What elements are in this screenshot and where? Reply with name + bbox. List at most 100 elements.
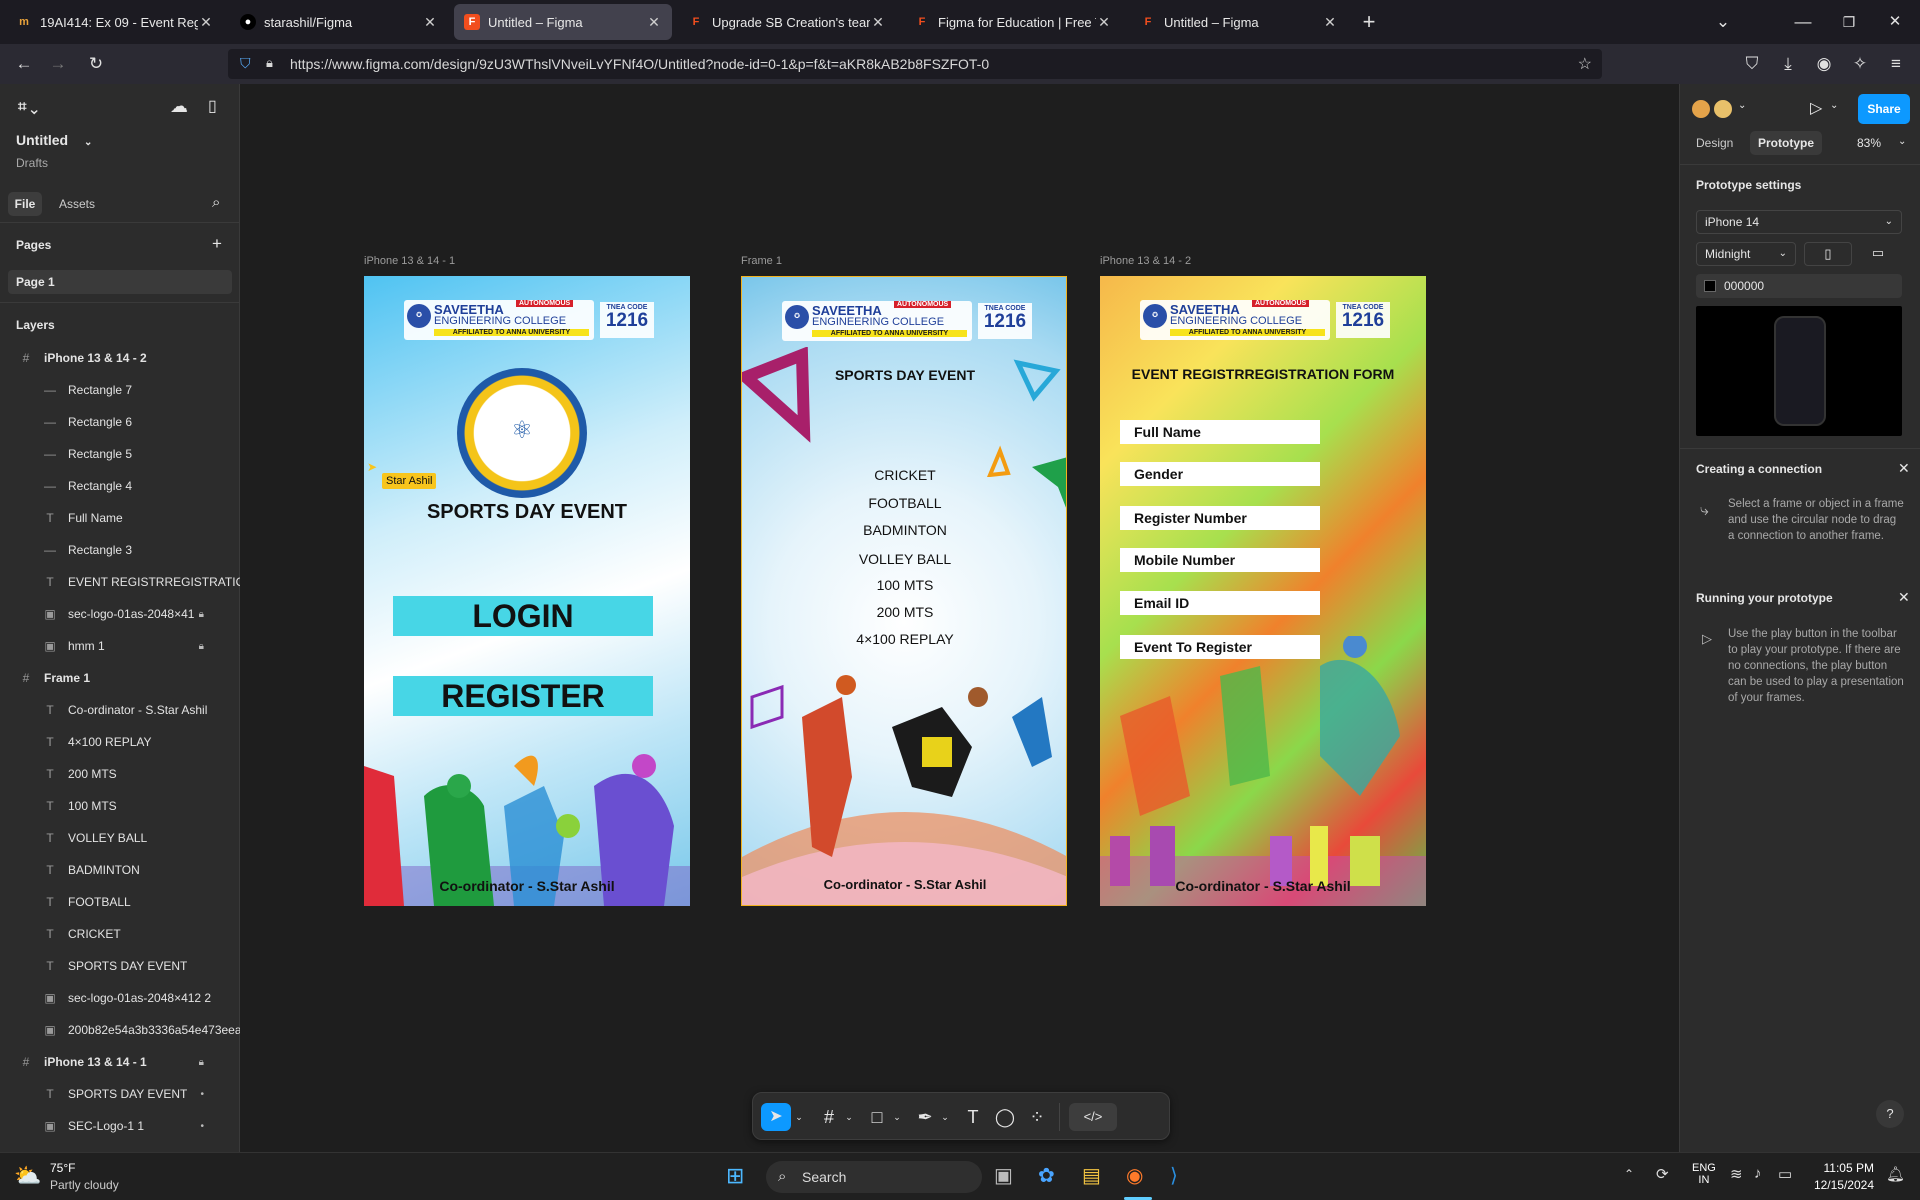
new-tab-plus-icon[interactable]: +: [1357, 10, 1381, 34]
lock-icon[interactable]: 🔒︎: [199, 641, 204, 652]
close-window-icon[interactable]: ✕: [1883, 10, 1907, 34]
downloads-icon[interactable]: ⤓: [1776, 52, 1800, 76]
color-swatch[interactable]: [1704, 280, 1716, 292]
portrait-orientation-icon[interactable]: ▯: [1804, 242, 1852, 266]
present-chevron-icon[interactable]: ⌄: [1830, 100, 1838, 111]
wifi-icon[interactable]: ≋: [1730, 1165, 1743, 1183]
form-field[interactable]: Gender: [1120, 462, 1320, 486]
weather-partly-cloudy-icon[interactable]: ⛅: [14, 1163, 41, 1189]
share-button[interactable]: Share: [1858, 94, 1910, 124]
page-item-page-1[interactable]: Page 1: [8, 270, 232, 294]
language-indicator[interactable]: ENG IN: [1692, 1162, 1716, 1186]
shape-tool-chevron-icon[interactable]: ⌄: [891, 1103, 903, 1131]
menu-hamburger-icon[interactable]: ≡: [1884, 52, 1908, 76]
extensions-icon[interactable]: ✧: [1848, 52, 1872, 76]
figma-main-menu-icon[interactable]: ⌗ ⌄: [18, 98, 38, 115]
layer-item[interactable]: T Co-ordinator - S.Star Ashil: [0, 696, 240, 724]
layer-item[interactable]: ▣ sec-logo-01as-2048×412 2: [0, 984, 240, 1012]
layer-item[interactable]: T BADMINTON: [0, 856, 240, 884]
layer-item[interactable]: T CRICKET: [0, 920, 240, 948]
avatars-chevron-icon[interactable]: ⌄: [1738, 100, 1746, 111]
show-hidden-icons-chevron[interactable]: ⌃: [1624, 1167, 1634, 1181]
layer-item[interactable]: T VOLLEY BALL: [0, 824, 240, 852]
close-tab-icon[interactable]: ✕: [1322, 14, 1338, 31]
layer-item[interactable]: # iPhone 13 & 14 - 2: [0, 344, 240, 372]
vscode-icon[interactable]: ⟩: [1170, 1163, 1178, 1188]
layer-item[interactable]: ▣ 200b82e54a3b3336a54e473eea: [0, 1016, 240, 1044]
layer-item[interactable]: — Rectangle 5: [0, 440, 240, 468]
weather-condition[interactable]: Partly cloudy: [50, 1178, 119, 1192]
layer-item[interactable]: # iPhone 13 & 14 - 1 🔒︎: [0, 1048, 240, 1076]
layer-item[interactable]: ▣ SEC-Logo-1 1 •: [0, 1112, 240, 1140]
help-button[interactable]: ?: [1876, 1100, 1904, 1128]
text-tool-icon[interactable]: T: [959, 1103, 987, 1131]
frame-label-iphone-1[interactable]: iPhone 13 & 14 - 1: [364, 255, 455, 267]
file-explorer-icon[interactable]: ▤: [1082, 1163, 1101, 1188]
notification-bell-icon[interactable]: 🔔︎: [1886, 1165, 1905, 1183]
tab-figma-education[interactable]: F Figma for Education | Free Tool ✕: [904, 4, 1122, 40]
weather-temperature[interactable]: 75°F: [50, 1161, 75, 1175]
reload-icon[interactable]: ↻: [84, 52, 108, 76]
layer-item[interactable]: — Rectangle 3: [0, 536, 240, 564]
pen-tool-icon[interactable]: ✒: [911, 1103, 939, 1131]
list-tabs-chevron-icon[interactable]: ⌄: [1711, 10, 1735, 34]
frame-tool-icon[interactable]: #: [815, 1103, 843, 1131]
present-play-icon[interactable]: ▷: [1810, 98, 1822, 118]
layer-item[interactable]: T SPORTS DAY EVENT: [0, 952, 240, 980]
copilot-icon[interactable]: ✿: [1038, 1163, 1055, 1188]
move-tool-chevron-icon[interactable]: ⌄: [793, 1103, 805, 1131]
layer-item[interactable]: T EVENT REGISTRREGISTRATION I: [0, 568, 240, 596]
tab-assets[interactable]: Assets: [59, 197, 95, 211]
clock-time[interactable]: 11:05 PM: [1810, 1161, 1874, 1175]
collaborator-avatar[interactable]: [1690, 98, 1712, 120]
frame-frame-1[interactable]: ✪ SAVEETHA AUTONOMOUS ENGINEERING COLLEG…: [741, 276, 1067, 906]
rectangle-tool-icon[interactable]: □: [863, 1103, 891, 1131]
form-field[interactable]: Mobile Number: [1120, 548, 1320, 572]
login-button[interactable]: LOGIN: [393, 596, 653, 636]
close-tab-icon[interactable]: ✕: [422, 14, 438, 31]
minimize-window-icon[interactable]: —: [1791, 10, 1815, 34]
frame-tool-chevron-icon[interactable]: ⌄: [843, 1103, 855, 1131]
close-tab-icon[interactable]: ✕: [1096, 14, 1112, 31]
frame-iphone-13-14-2[interactable]: ✪ SAVEETHA AUTONOMOUS ENGINEERING COLLEG…: [1100, 276, 1426, 906]
volume-icon[interactable]: ♪: [1754, 1165, 1762, 1182]
layer-item[interactable]: T SPORTS DAY EVENT •: [0, 1080, 240, 1108]
upload-cloud-icon[interactable]: ☁: [170, 96, 188, 117]
zoom-level[interactable]: 83%: [1857, 136, 1881, 150]
tab-upgrade-team[interactable]: F Upgrade SB Creation's team – F ✕: [678, 4, 896, 40]
taskbar-search-box[interactable]: ⌕ Search: [766, 1161, 982, 1193]
sync-icon[interactable]: ⟳: [1656, 1165, 1669, 1183]
tab-github-figma[interactable]: ● starashil/Figma ✕: [230, 4, 448, 40]
user-avatar[interactable]: [1712, 98, 1734, 120]
bookmark-star-icon[interactable]: ☆: [1578, 54, 1592, 74]
layer-item[interactable]: # Frame 1: [0, 664, 240, 692]
close-tab-icon[interactable]: ✕: [198, 14, 214, 31]
toggle-sidebar-icon[interactable]: ▯: [208, 96, 217, 116]
pocket-icon[interactable]: ⛉: [1740, 52, 1764, 76]
battery-icon[interactable]: ▭: [1778, 1165, 1792, 1183]
layer-item[interactable]: T Full Name: [0, 504, 240, 532]
add-page-plus-icon[interactable]: +: [212, 234, 222, 254]
tab-event-registration[interactable]: m 19AI414: Ex 09 - Event Registrati ✕: [6, 4, 224, 40]
close-tab-icon[interactable]: ✕: [870, 14, 886, 31]
form-field[interactable]: Email ID: [1120, 591, 1320, 615]
pen-tool-chevron-icon[interactable]: ⌄: [939, 1103, 951, 1131]
move-tool-cursor-icon[interactable]: ➤: [761, 1103, 791, 1131]
actions-tool-icon[interactable]: ⁘: [1023, 1103, 1051, 1131]
layer-item[interactable]: T 100 MTS: [0, 792, 240, 820]
layer-item[interactable]: ▣ sec-logo-01as-2048×41 🔒︎: [0, 600, 240, 628]
forward-arrow-icon[interactable]: →: [46, 52, 70, 76]
tab-untitled-figma-2[interactable]: F Untitled – Figma ✕: [1130, 4, 1348, 40]
account-icon[interactable]: ◉: [1812, 52, 1836, 76]
restore-window-icon[interactable]: ❐: [1837, 10, 1861, 34]
back-arrow-icon[interactable]: ←: [12, 52, 36, 76]
register-button[interactable]: REGISTER: [393, 676, 653, 716]
frame-label-frame-1[interactable]: Frame 1: [741, 255, 782, 267]
layer-item[interactable]: — Rectangle 4: [0, 472, 240, 500]
layer-item[interactable]: — Rectangle 7: [0, 376, 240, 404]
lock-icon[interactable]: 🔒︎: [199, 609, 204, 620]
layer-item[interactable]: T 200 MTS: [0, 760, 240, 788]
form-field[interactable]: Full Name: [1120, 420, 1320, 444]
form-field[interactable]: Register Number: [1120, 506, 1320, 530]
landscape-orientation-icon[interactable]: ▭: [1854, 242, 1902, 266]
